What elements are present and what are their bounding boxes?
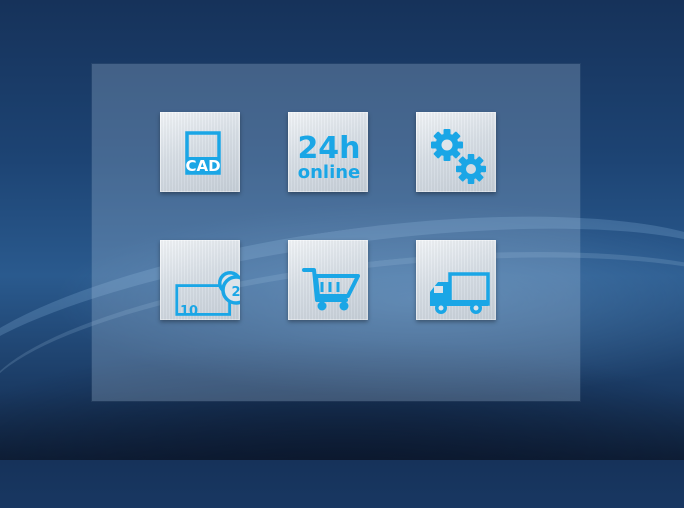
online-24h-line2: online xyxy=(298,162,361,183)
banknote-coins-icon: 10 2 xyxy=(175,271,240,319)
online-24h-line1: 24h xyxy=(297,131,360,166)
pricing-tile[interactable]: 10 2 xyxy=(160,240,240,320)
shopping-cart-icon xyxy=(302,268,360,311)
cad-tile[interactable]: CAD xyxy=(160,112,240,192)
settings-tile[interactable] xyxy=(416,112,496,192)
online-24h-icon: 24h online xyxy=(297,131,361,183)
online-24h-tile[interactable]: 24h online xyxy=(288,112,368,192)
delivery-tile[interactable] xyxy=(416,240,496,320)
delivery-truck-icon xyxy=(430,272,490,314)
gears-icon xyxy=(431,129,486,184)
coin-value: 2 xyxy=(231,285,240,300)
banknote-value: 10 xyxy=(180,304,198,319)
cad-label: CAD xyxy=(185,157,220,175)
shop-tile[interactable] xyxy=(288,240,368,320)
cad-document-icon: CAD xyxy=(185,131,221,175)
